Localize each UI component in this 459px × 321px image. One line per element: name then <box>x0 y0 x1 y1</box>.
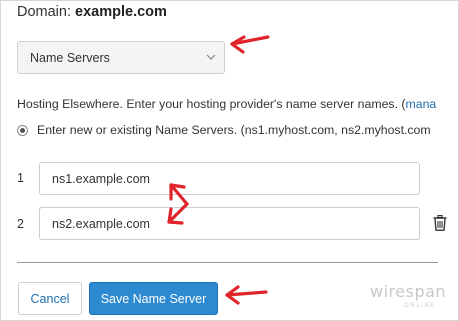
divider <box>17 262 438 263</box>
nameserver-1-input[interactable] <box>39 162 420 195</box>
select-value: Name Servers <box>30 51 110 65</box>
nameserver-row-number: 1 <box>17 171 24 185</box>
watermark-logo: wirespan <box>370 282 447 301</box>
domain-heading: Domain: example.com <box>17 4 167 20</box>
hosting-instructions: Hosting Elsewhere. Enter your hosting pr… <box>17 97 436 111</box>
radio-label: Enter new or existing Name Servers. (ns1… <box>37 123 431 137</box>
domain-value: example.com <box>75 4 167 20</box>
save-name-server-button[interactable]: Save Name Server <box>89 282 218 315</box>
nameserver-row-number: 2 <box>17 217 24 231</box>
hosting-text: Hosting Elsewhere. Enter your hosting pr… <box>17 97 406 111</box>
domain-label: Domain: <box>17 4 71 20</box>
cancel-button[interactable]: Cancel <box>18 282 82 315</box>
trash-icon[interactable] <box>433 215 447 231</box>
radio-selected-icon[interactable] <box>17 125 28 136</box>
nameserver-2-input[interactable] <box>39 207 420 240</box>
manage-link[interactable]: mana <box>406 97 437 111</box>
chevron-down-icon <box>206 54 216 60</box>
nameserver-type-select[interactable]: Name Servers <box>17 41 225 74</box>
watermark-subtext: ONLINE <box>404 302 436 309</box>
